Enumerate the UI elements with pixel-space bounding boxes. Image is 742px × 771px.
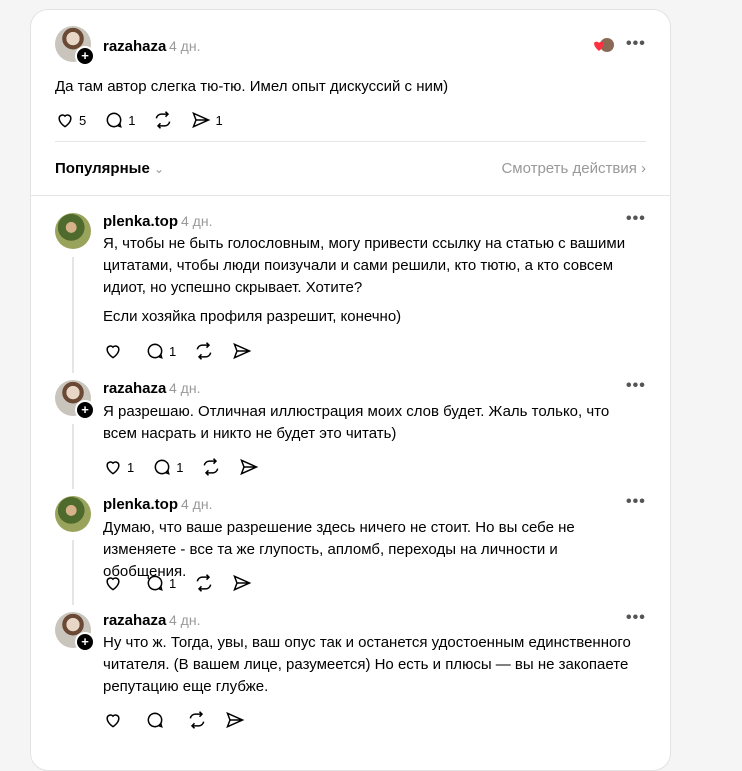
- like-button[interactable]: [103, 573, 127, 593]
- divider: [31, 195, 670, 196]
- repost-icon: [189, 711, 205, 729]
- comment-icon: [106, 112, 123, 128]
- timestamp[interactable]: 4 дн.: [181, 213, 212, 229]
- like-button[interactable]: 5: [55, 110, 86, 130]
- comment-text: Если хозяйка профиля разрешит, конечно): [103, 308, 402, 325]
- comment-text: Ну что ж. Тогда, увы, ваш опус так и ост…: [103, 634, 631, 695]
- reply-button[interactable]: 1: [145, 573, 176, 593]
- share-button[interactable]: 1: [191, 110, 223, 130]
- reply-count: 1: [169, 575, 177, 591]
- thread-line: [72, 540, 74, 605]
- heart-icon: [106, 345, 120, 359]
- username[interactable]: razahaza: [103, 38, 166, 55]
- comment-text: Я, чтобы не быть голословным, могу приве…: [103, 235, 626, 296]
- more-icon[interactable]: •••: [626, 377, 646, 395]
- reply-count: 1: [128, 112, 136, 128]
- plus-icon[interactable]: +: [75, 632, 95, 652]
- heart-icon: [106, 714, 120, 728]
- sort-label: Популярные: [55, 160, 150, 177]
- send-icon: [233, 574, 252, 592]
- sort-bar: Популярные ⌄ Смотреть действия ›: [55, 160, 646, 182]
- comment-actions: 1 1: [103, 457, 277, 477]
- view-activity-link[interactable]: Смотреть действия ›: [501, 160, 646, 177]
- share-button[interactable]: [239, 457, 259, 477]
- comment-actions: 1: [103, 573, 270, 593]
- timestamp[interactable]: 4 дн.: [169, 612, 200, 628]
- repost-button[interactable]: [194, 341, 214, 361]
- repost-icon: [204, 458, 219, 476]
- thread-card: + razahaza 4 дн. ••• Да там автор слегка…: [30, 9, 671, 771]
- plus-icon[interactable]: +: [75, 400, 95, 420]
- like-button[interactable]: [103, 341, 127, 361]
- post-text: Да там автор слегка тю-тю. Имел опыт дис…: [55, 78, 449, 95]
- username[interactable]: plenka.top: [103, 213, 178, 230]
- comment-actions: 1: [103, 341, 270, 361]
- timestamp[interactable]: 4 дн.: [169, 380, 200, 396]
- avatar[interactable]: +: [55, 380, 95, 420]
- reply-button[interactable]: 1: [152, 457, 183, 477]
- repost-icon: [196, 574, 212, 592]
- chevron-down-icon: ⌄: [153, 162, 165, 176]
- heart-icon: [58, 114, 72, 128]
- reply-count: 1: [169, 343, 177, 359]
- share-button[interactable]: [232, 341, 252, 361]
- like-button[interactable]: 1: [103, 457, 134, 477]
- send-icon: [233, 342, 252, 360]
- username[interactable]: razahaza: [103, 380, 166, 397]
- reply-button[interactable]: [145, 710, 169, 730]
- share-button[interactable]: [225, 710, 245, 730]
- like-count: 1: [127, 459, 135, 475]
- activity-label: Смотреть действия: [501, 160, 637, 177]
- more-icon[interactable]: •••: [626, 493, 646, 511]
- heart-icon: [106, 461, 120, 475]
- post-actions: 5 1 1: [55, 110, 241, 130]
- chevron-right-icon: ›: [641, 160, 646, 177]
- comment-icon: [147, 343, 163, 359]
- comment-icon: [154, 459, 171, 475]
- username[interactable]: plenka.top: [103, 496, 178, 513]
- more-icon[interactable]: •••: [626, 35, 646, 53]
- comment-icon: [147, 712, 163, 728]
- avatar[interactable]: +: [55, 612, 95, 652]
- like-button[interactable]: [103, 710, 127, 730]
- heart-icon: [106, 577, 120, 591]
- thread-line: [72, 424, 74, 489]
- avatar[interactable]: +: [55, 26, 95, 66]
- avatar[interactable]: [55, 496, 91, 532]
- comment-actions: [103, 710, 263, 730]
- repost-button[interactable]: [201, 457, 221, 477]
- repost-button[interactable]: [153, 110, 173, 130]
- like-count: 5: [79, 112, 87, 128]
- send-icon: [192, 111, 211, 129]
- share-count: 1: [215, 112, 223, 128]
- comment-text: Я разрешаю. Отличная иллюстрация моих сл…: [103, 403, 610, 442]
- more-icon[interactable]: •••: [626, 609, 646, 627]
- liked-by-avatars[interactable]: [591, 37, 615, 53]
- repost-button[interactable]: [194, 573, 214, 593]
- reply-button[interactable]: 1: [104, 110, 135, 130]
- repost-button[interactable]: [187, 710, 207, 730]
- sort-dropdown[interactable]: Популярные ⌄: [55, 160, 164, 177]
- divider: [55, 141, 646, 142]
- avatar[interactable]: [55, 213, 91, 249]
- comment-icon: [147, 575, 163, 591]
- repost-icon: [196, 342, 212, 360]
- send-icon: [240, 458, 259, 476]
- timestamp[interactable]: 4 дн.: [169, 38, 200, 54]
- send-icon: [226, 711, 245, 729]
- share-button[interactable]: [232, 573, 252, 593]
- plus-icon[interactable]: +: [75, 46, 95, 66]
- reply-button[interactable]: 1: [145, 341, 176, 361]
- repost-icon: [156, 111, 171, 129]
- thread-line: [72, 257, 74, 373]
- reply-count: 1: [176, 459, 184, 475]
- username[interactable]: razahaza: [103, 612, 166, 629]
- timestamp[interactable]: 4 дн.: [181, 496, 212, 512]
- more-icon[interactable]: •••: [626, 210, 646, 228]
